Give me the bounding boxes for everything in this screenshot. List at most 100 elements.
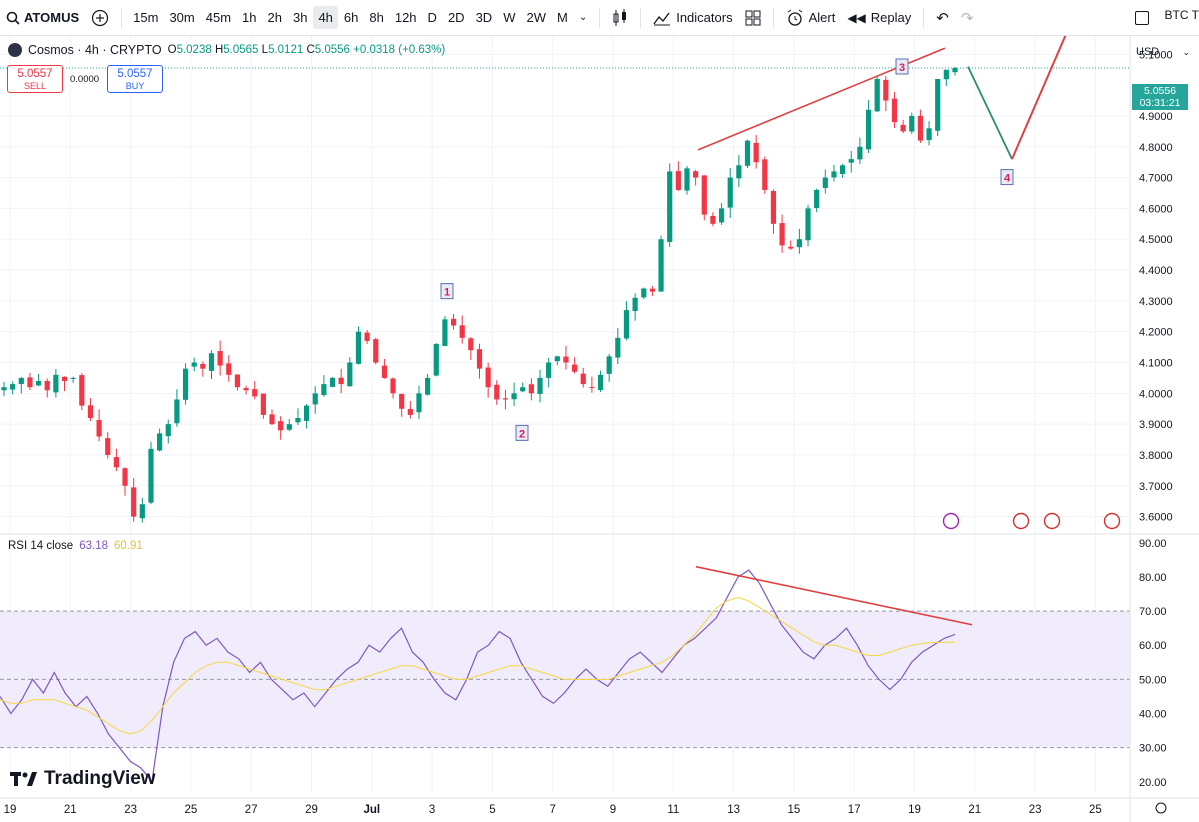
candle-body xyxy=(226,363,232,375)
top-toolbar: ATOMUS 15m 30m 45m 1h 2h 3h 4h 6h 8h 12h D 2D 3D W 2W M… xyxy=(0,0,1199,36)
candle-body xyxy=(528,384,534,394)
interval-W[interactable]: W xyxy=(498,6,520,29)
interval-15m[interactable]: 15m xyxy=(128,6,163,29)
grid-icon xyxy=(745,10,761,25)
wave-label: 1 xyxy=(444,287,450,299)
candle-body xyxy=(18,377,24,385)
price-tick-label: 3.9000 xyxy=(1139,419,1173,431)
candle-body xyxy=(182,368,189,400)
interval-45m[interactable]: 45m xyxy=(201,6,236,29)
interval-1h[interactable]: 1h xyxy=(237,6,261,29)
interval-3D[interactable]: 3D xyxy=(471,6,498,29)
interval-12h[interactable]: 12h xyxy=(390,6,422,29)
chart-canvas[interactable]: 1234 3.60003.70003.80003.90004.00004.100… xyxy=(0,36,1199,822)
interval-4h[interactable]: 4h xyxy=(313,6,338,29)
price-tick-label: 4.1000 xyxy=(1139,358,1173,370)
candle-body xyxy=(27,377,33,388)
spread-value: 0.0000 xyxy=(70,74,100,85)
candle-body xyxy=(148,448,154,503)
tradingview-logo[interactable]: TradingView xyxy=(10,768,156,790)
candle-body xyxy=(174,399,180,424)
candle-body xyxy=(295,417,301,423)
compare-symbol-button[interactable] xyxy=(85,5,115,31)
interval-6h[interactable]: 6h xyxy=(339,6,363,29)
candle-body xyxy=(675,171,681,190)
time-tick-label: 17 xyxy=(848,804,861,816)
time-tick-label: 7 xyxy=(549,804,555,816)
indicators-button[interactable]: Indicators xyxy=(647,6,738,30)
rsi-tick-label: 70.00 xyxy=(1139,606,1167,618)
currency-selector[interactable]: USD ⌄ xyxy=(1132,42,1194,62)
interval-M[interactable]: M xyxy=(552,6,573,29)
last-price: 5.0556 xyxy=(1143,85,1177,97)
fullscreen-button[interactable] xyxy=(1129,7,1151,29)
replay-button[interactable]: ◀◀ Replay xyxy=(841,6,917,29)
redo-icon: ↷ xyxy=(960,9,974,27)
redo-button[interactable]: ↷ xyxy=(955,5,980,31)
wave-label: 3 xyxy=(899,62,905,74)
chart-type-button[interactable] xyxy=(606,5,634,31)
chevron-down-icon: ⌄ xyxy=(578,12,588,23)
time-tick-label: 19 xyxy=(4,804,17,816)
time-tick-label: 21 xyxy=(968,804,981,816)
sell-price: 5.0557 xyxy=(17,68,53,80)
interval-3h[interactable]: 3h xyxy=(288,6,312,29)
candle-body xyxy=(537,377,543,394)
undo-button[interactable]: ↶ xyxy=(930,5,955,31)
interval-30m[interactable]: 30m xyxy=(164,6,199,29)
candle-body xyxy=(381,365,387,378)
bar-countdown: 03:31:21 xyxy=(1139,97,1181,109)
alert-button[interactable]: Alert xyxy=(780,5,842,31)
indicators-label: Indicators xyxy=(676,10,733,25)
candle-body xyxy=(831,171,837,178)
candle-body xyxy=(779,223,785,246)
candle-body xyxy=(718,208,725,223)
rsi-tick-label: 50.00 xyxy=(1139,674,1167,686)
candle-body xyxy=(122,468,128,486)
candle-body xyxy=(943,69,949,80)
interval-2D[interactable]: 2D xyxy=(443,6,470,29)
candle-body xyxy=(926,128,932,141)
candle-body xyxy=(459,325,465,338)
price-tick-label: 4.9000 xyxy=(1139,111,1173,123)
interval-2h[interactable]: 2h xyxy=(263,6,287,29)
rsi-tick-label: 20.00 xyxy=(1139,777,1167,789)
symbol-name: Cosmos · 4h · CRYPTO xyxy=(28,43,162,57)
us-flag-event-icon xyxy=(1103,512,1121,530)
sell-button[interactable]: 5.0557 SELL xyxy=(7,65,63,93)
candle-body xyxy=(632,297,638,312)
candle-body xyxy=(788,246,794,249)
candle-body xyxy=(494,384,500,400)
rsi-tick-label: 30.00 xyxy=(1139,743,1167,755)
time-tick-label: 15 xyxy=(788,804,801,816)
btc-tab[interactable]: BTC T xyxy=(1151,8,1199,22)
interval-2W[interactable]: 2W xyxy=(521,6,551,29)
candle-body xyxy=(520,387,526,392)
time-tick-label: 9 xyxy=(610,804,616,816)
candles-icon xyxy=(613,8,627,26)
rsi-label: RSI 14 close xyxy=(8,540,74,552)
candle-body xyxy=(191,362,197,367)
candle-body xyxy=(113,457,119,468)
candle-body xyxy=(416,393,422,413)
interval-dropdown[interactable]: ⌄ xyxy=(573,8,593,27)
layouts-button[interactable] xyxy=(739,6,767,30)
interval-D[interactable]: D xyxy=(423,6,442,29)
buy-button[interactable]: 5.0557 BUY xyxy=(107,65,163,93)
candle-body xyxy=(917,115,924,141)
us-flag-event-icon xyxy=(1012,512,1030,530)
rsi-value: 63.18 xyxy=(79,540,108,552)
annotations[interactable]: 1 2 3 4 xyxy=(440,36,1121,626)
price-tick-label: 3.7000 xyxy=(1139,481,1173,493)
candle-body xyxy=(805,208,811,241)
time-tick-label: 23 xyxy=(1029,804,1042,816)
candle-body xyxy=(502,398,509,400)
candle-body xyxy=(952,67,958,73)
us-flag-event-icon xyxy=(1043,512,1061,530)
time-tick-label: 13 xyxy=(727,804,740,816)
candle-body xyxy=(511,393,517,400)
price-tick-label: 3.8000 xyxy=(1139,450,1173,462)
price-tick-label: 4.0000 xyxy=(1139,388,1173,400)
interval-8h[interactable]: 8h xyxy=(364,6,388,29)
symbol-search[interactable]: ATOMUS xyxy=(0,10,85,25)
